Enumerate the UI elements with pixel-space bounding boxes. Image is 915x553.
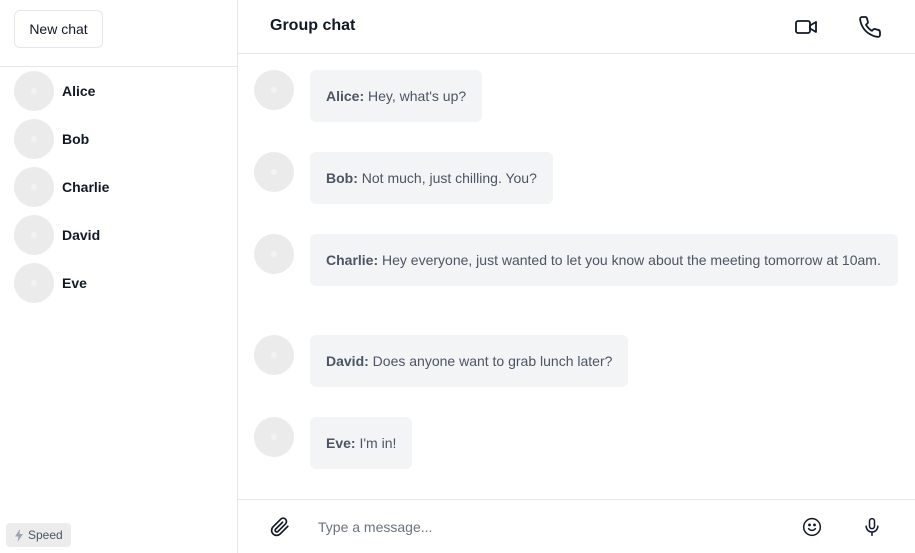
avatar [254,417,294,457]
sidebar-header: New chat [0,0,237,67]
contact-item-alice[interactable]: Alice [0,67,237,115]
message-sender: Charlie: [326,252,379,268]
contact-item-charlie[interactable]: Charlie [0,163,237,211]
message-item: Bob: Not much, just chilling. You? [254,152,553,204]
avatar [14,167,54,207]
speed-badge[interactable]: Speed [6,523,71,547]
contact-item-david[interactable]: David [0,211,237,259]
paperclip-icon[interactable] [269,516,291,538]
microphone-icon[interactable] [861,516,883,538]
page-title: Group chat [270,17,356,34]
message-bubble: Alice: Hey, what's up? [310,70,483,122]
message-sender: Bob: [326,170,358,186]
contact-name: Eve [62,275,87,291]
message-text: Hey everyone, just wanted to let you kno… [378,252,881,268]
contact-item-eve[interactable]: Eve [0,259,237,307]
avatar [14,263,54,303]
message-item: Eve: I'm in! [254,417,413,469]
message-bubble: Charlie: Hey everyone, just wanted to le… [310,234,898,286]
message-bubble: Eve: I'm in! [310,417,413,469]
avatar [254,152,294,192]
contact-name: Alice [62,83,96,99]
avatar [254,335,294,375]
message-list: Alice: Hey, what's up? Bob: Not much, ju… [238,54,915,499]
avatar [14,119,54,159]
message-item: Charlie: Hey everyone, just wanted to le… [254,234,898,286]
video-camera-icon[interactable] [792,13,820,41]
avatar [14,215,54,255]
message-bubble: David: Does anyone want to grab lunch la… [310,335,629,387]
message-bubble: Bob: Not much, just chilling. You? [310,152,553,204]
avatar [254,70,294,110]
emoji-icon[interactable] [801,516,823,538]
message-text: Does anyone want to grab lunch later? [368,353,613,369]
message-text: Hey, what's up? [364,88,467,104]
message-text: I'm in! [355,435,397,451]
message-item: David: Does anyone want to grab lunch la… [254,335,629,387]
contact-name: David [62,227,101,243]
message-item: Alice: Hey, what's up? [254,70,483,122]
contact-name: Charlie [62,179,110,195]
new-chat-button[interactable]: New chat [14,10,103,48]
message-composer [238,499,915,553]
chat-panel: Group chat Alice: Hey, what's up? Bob: N… [238,0,915,553]
contact-name: Bob [62,131,90,147]
message-sender: Eve: [326,435,356,451]
avatar [254,234,294,274]
avatar [14,71,54,111]
contact-list: Alice Bob Charlie David Eve [0,67,237,307]
chat-header: Group chat [238,0,915,54]
message-sender: Alice: [326,88,365,104]
message-text: Not much, just chilling. You? [357,170,537,186]
message-sender: David: [326,353,369,369]
message-input[interactable] [318,514,758,540]
speed-badge-label: Speed [28,528,63,542]
phone-icon[interactable] [856,13,884,41]
lightning-icon [15,528,23,542]
sidebar: New chat Alice Bob Charlie David Eve Spe… [0,0,238,553]
contact-item-bob[interactable]: Bob [0,115,237,163]
